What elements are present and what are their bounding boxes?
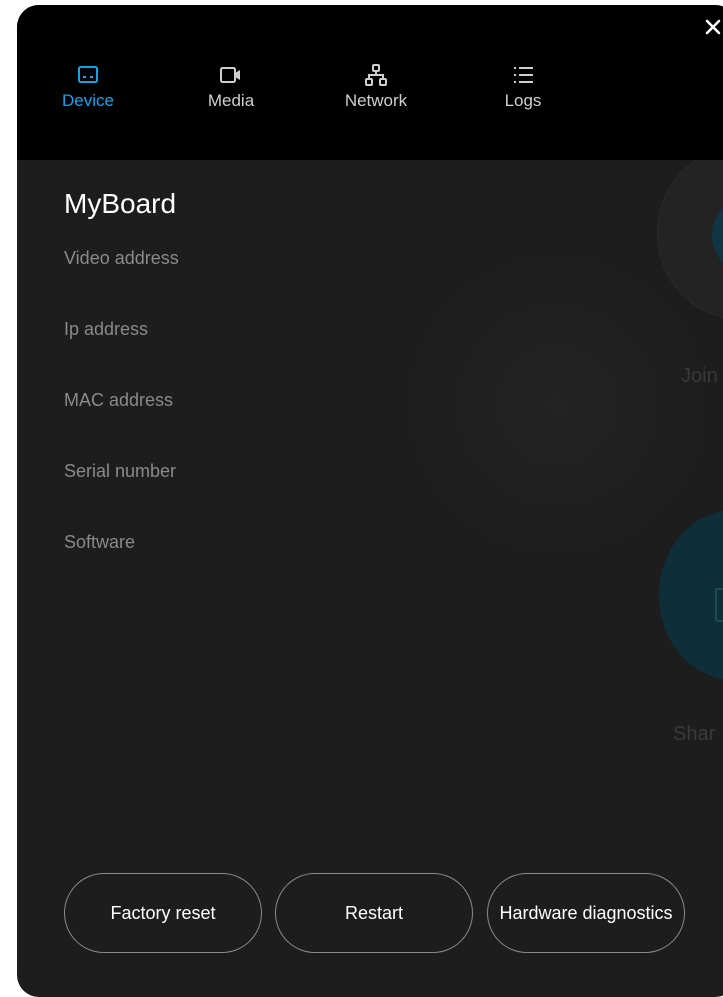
close-icon[interactable] (701, 15, 723, 39)
tab-logs[interactable]: Logs (468, 63, 578, 111)
hardware-diagnostics-button[interactable]: Hardware diagnostics (487, 873, 685, 953)
tab-bar: Device Media Network Logs (17, 5, 723, 160)
video-camera-icon (220, 67, 240, 83)
device-settings-panel: Join Shar Device Media Network Logs MyBo… (17, 5, 723, 997)
serial-number-label: Serial number (64, 461, 177, 481)
tab-media-label: Media (207, 91, 255, 110)
tab-network[interactable]: Network (321, 63, 431, 111)
background-join-label: Join (681, 365, 718, 387)
mac-address-label: MAC address (64, 390, 174, 410)
restart-button[interactable]: Restart (275, 873, 473, 953)
tab-media[interactable]: Media (176, 63, 286, 111)
list-icon (514, 67, 533, 83)
background-share-label: Shar (673, 723, 716, 745)
tab-device-label: Device (62, 91, 114, 110)
network-icon (365, 64, 387, 86)
device-icon (78, 66, 98, 83)
factory-reset-button[interactable]: Factory reset (64, 873, 262, 953)
video-address-label: Video address (64, 248, 179, 268)
background-share-circle (659, 510, 723, 680)
device-name-title: MyBoard (64, 188, 177, 219)
background-share-icon (715, 588, 723, 622)
ip-address-label: Ip address (64, 319, 149, 339)
background-glow (397, 245, 717, 565)
tab-logs-label: Logs (504, 91, 542, 110)
tab-device[interactable]: Device (33, 63, 143, 111)
tab-network-label: Network (344, 91, 408, 110)
software-label: Software (64, 532, 136, 552)
